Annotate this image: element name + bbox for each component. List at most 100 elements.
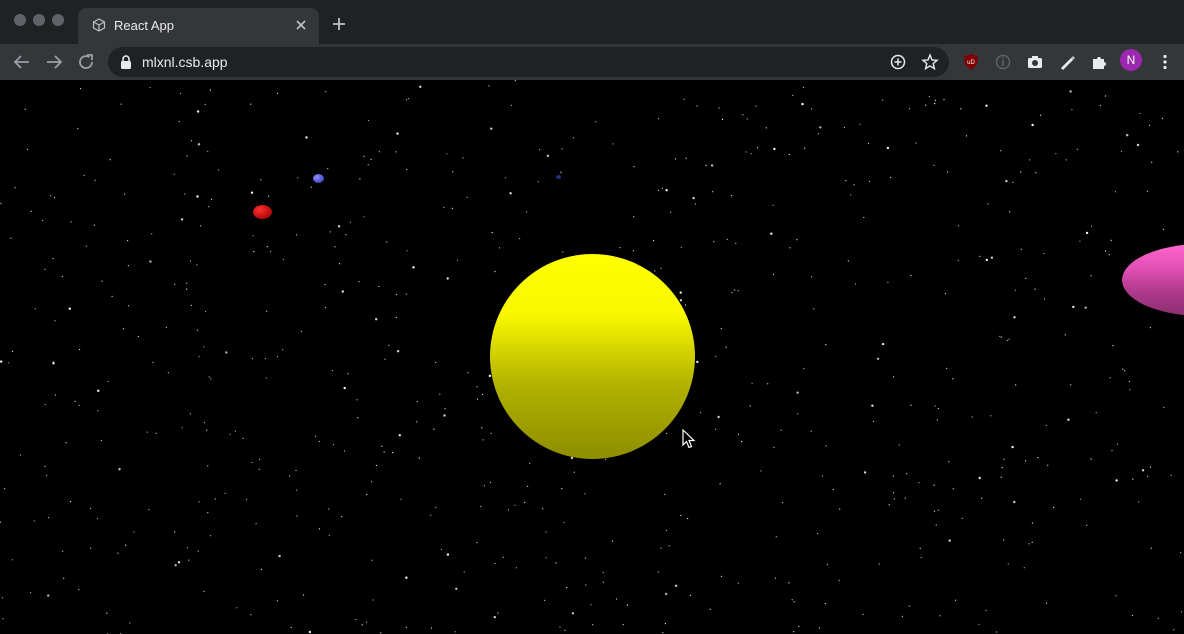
- star: [1047, 464, 1049, 466]
- star: [796, 239, 798, 241]
- star: [34, 308, 36, 310]
- reload-icon[interactable]: [76, 52, 96, 72]
- star: [208, 206, 210, 208]
- star: [1146, 190, 1148, 192]
- star: [180, 218, 184, 221]
- bookmark-star-icon[interactable]: [921, 53, 939, 71]
- camera-icon[interactable]: [1024, 51, 1046, 73]
- star: [798, 625, 800, 627]
- star: [370, 158, 372, 160]
- star: [204, 311, 207, 313]
- star: [773, 446, 775, 448]
- star: [371, 559, 373, 561]
- star: [1149, 466, 1151, 468]
- star: [780, 429, 782, 431]
- star: [999, 335, 1001, 337]
- star: [824, 602, 827, 605]
- star: [1090, 225, 1093, 227]
- add-shortcut-icon[interactable]: [889, 53, 907, 71]
- star: [887, 281, 889, 284]
- star: [1084, 306, 1087, 309]
- star: [524, 501, 526, 503]
- star: [892, 492, 895, 494]
- star: [186, 282, 188, 284]
- star: [561, 148, 563, 150]
- star: [1111, 450, 1113, 452]
- star: [560, 171, 562, 173]
- star: [853, 184, 855, 186]
- star: [1112, 345, 1114, 347]
- star: [504, 177, 506, 179]
- star: [793, 631, 795, 633]
- star: [489, 481, 491, 483]
- tab-react-app[interactable]: React App: [78, 8, 319, 44]
- star: [908, 108, 911, 110]
- star: [789, 247, 791, 249]
- address-bar[interactable]: mlxnl.csb.app: [108, 47, 949, 77]
- star: [1086, 524, 1088, 526]
- lock-icon[interactable]: [120, 55, 132, 69]
- star: [1104, 250, 1107, 252]
- star: [446, 553, 450, 556]
- star: [186, 288, 188, 290]
- star: [602, 581, 604, 583]
- star: [4, 488, 6, 490]
- star: [1037, 456, 1039, 459]
- tab-title: React App: [114, 18, 174, 33]
- star: [1069, 90, 1072, 93]
- star: [910, 275, 912, 277]
- star: [372, 599, 374, 601]
- star: [1006, 339, 1008, 341]
- star: [1177, 151, 1179, 153]
- star: [30, 210, 32, 212]
- star: [1025, 277, 1027, 279]
- star: [514, 80, 516, 82]
- back-arrow-icon[interactable]: [12, 52, 32, 72]
- forward-arrow-icon[interactable]: [44, 52, 64, 72]
- star: [79, 88, 82, 90]
- ublock-icon[interactable]: uD: [960, 51, 982, 73]
- star: [862, 613, 864, 616]
- zoom-window-button[interactable]: [52, 14, 64, 26]
- star: [843, 126, 846, 129]
- star: [250, 614, 252, 616]
- star: [960, 108, 962, 110]
- pen-icon[interactable]: [1056, 51, 1078, 73]
- star: [1180, 552, 1182, 554]
- star: [1005, 179, 1008, 183]
- star: [670, 211, 672, 213]
- star: [252, 235, 254, 237]
- star: [343, 386, 346, 390]
- new-tab-icon[interactable]: [331, 16, 347, 32]
- minimize-window-button[interactable]: [33, 14, 45, 26]
- star: [1099, 105, 1102, 107]
- profile-avatar[interactable]: N: [1120, 49, 1142, 71]
- star: [69, 501, 72, 503]
- star: [633, 216, 635, 218]
- close-window-button[interactable]: [14, 14, 26, 26]
- star: [314, 435, 317, 437]
- more-menu-icon[interactable]: [1154, 51, 1176, 73]
- star: [456, 259, 459, 261]
- close-tab-icon[interactable]: [293, 17, 309, 33]
- info-icon[interactable]: [992, 51, 1014, 73]
- star: [838, 579, 840, 581]
- star: [148, 509, 150, 511]
- url-text[interactable]: mlxnl.csb.app: [142, 53, 228, 71]
- star: [802, 86, 805, 88]
- star: [381, 445, 383, 447]
- star: [190, 140, 193, 142]
- solar-system-canvas[interactable]: [0, 80, 1184, 634]
- star: [734, 289, 736, 291]
- star: [933, 164, 935, 166]
- puzzle-icon[interactable]: [1088, 51, 1110, 73]
- star: [1035, 172, 1037, 174]
- star: [127, 240, 129, 242]
- star: [396, 350, 400, 353]
- star: [266, 246, 268, 248]
- star: [276, 356, 278, 358]
- star: [466, 196, 468, 198]
- star: [149, 86, 151, 89]
- star: [934, 405, 936, 407]
- star: [100, 439, 102, 442]
